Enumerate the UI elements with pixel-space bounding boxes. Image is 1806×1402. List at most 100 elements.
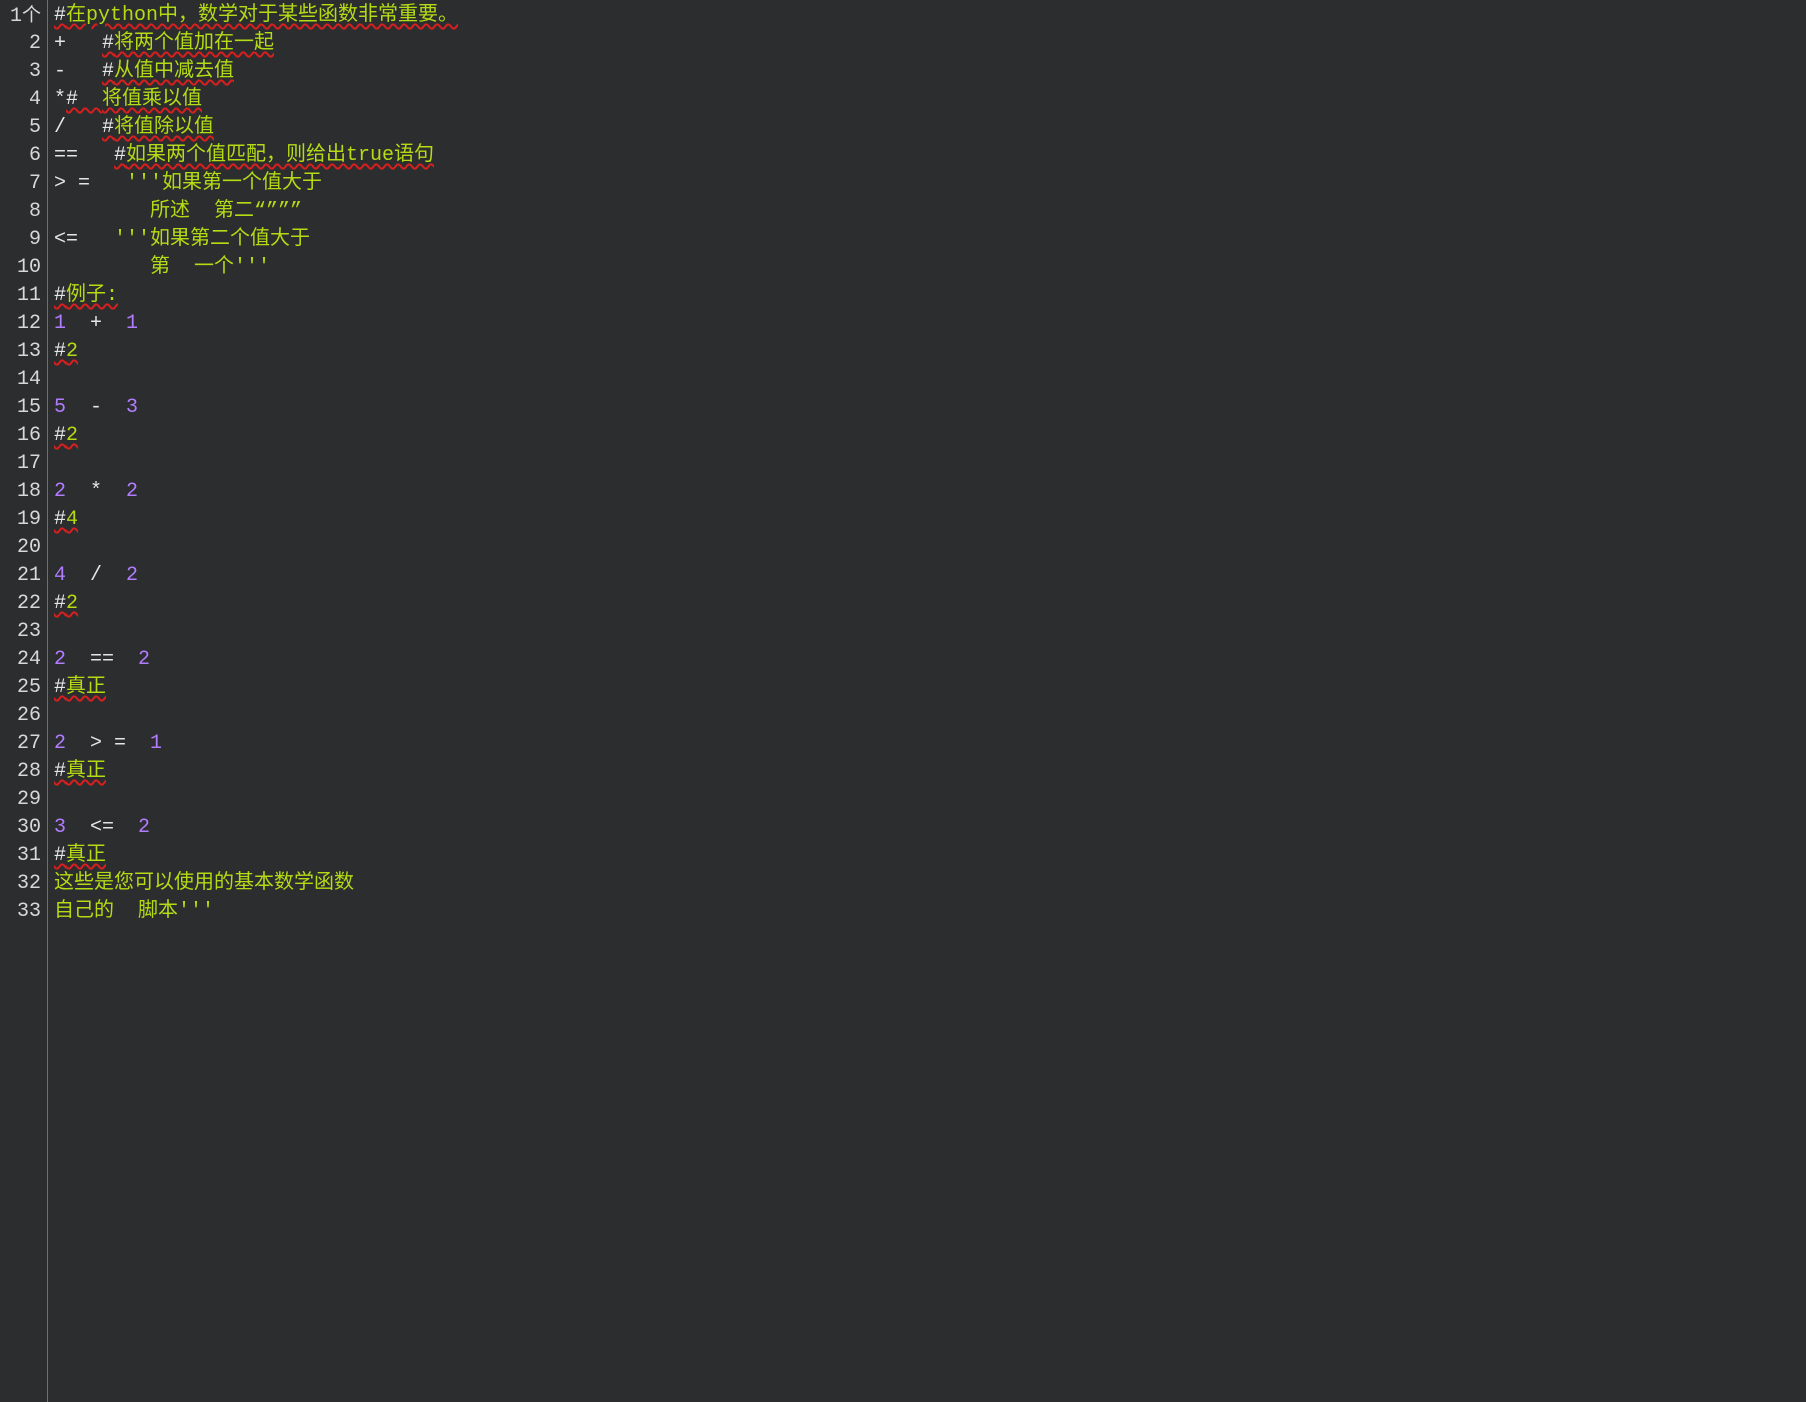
line-number: 25 bbox=[0, 674, 41, 702]
line-number: 23 bbox=[0, 618, 41, 646]
code-line[interactable]: 1 + 1 bbox=[54, 310, 1806, 338]
token: 2 bbox=[66, 340, 78, 363]
code-line[interactable]: 这些是您可以使用的基本数学函数 bbox=[54, 870, 1806, 898]
line-number: 2 bbox=[0, 30, 41, 58]
code-line[interactable]: <= '''如果第二个值大于 bbox=[54, 226, 1806, 254]
token: # bbox=[54, 424, 66, 447]
line-number: 33 bbox=[0, 898, 41, 926]
code-line[interactable]: 4 / 2 bbox=[54, 562, 1806, 590]
line-number: 17 bbox=[0, 450, 41, 478]
token: '''如果第二个值大于 bbox=[114, 228, 310, 251]
token: # bbox=[54, 844, 66, 867]
token: '''如果第一个值大于 bbox=[126, 172, 322, 195]
token: 在python中，数学对于某些函数非常重要。 bbox=[66, 4, 458, 27]
token: 3 bbox=[54, 816, 66, 839]
token: 2 bbox=[126, 564, 138, 587]
token: # bbox=[102, 32, 114, 55]
code-line[interactable]: - #从值中减去值 bbox=[54, 58, 1806, 86]
token: # bbox=[54, 592, 66, 615]
code-line[interactable]: #真正 bbox=[54, 842, 1806, 870]
token: 2 bbox=[126, 480, 138, 503]
code-line[interactable]: #真正 bbox=[54, 758, 1806, 786]
line-number: 7 bbox=[0, 170, 41, 198]
token: == bbox=[54, 144, 114, 167]
line-number: 15 bbox=[0, 394, 41, 422]
token: - bbox=[66, 396, 126, 419]
code-editor[interactable]: 1个23456789101112131415161718192021222324… bbox=[0, 0, 1806, 1402]
code-line[interactable]: / #将值除以值 bbox=[54, 114, 1806, 142]
code-line[interactable]: 3 <= 2 bbox=[54, 814, 1806, 842]
line-number: 18 bbox=[0, 478, 41, 506]
token: > = bbox=[54, 172, 126, 195]
code-line[interactable] bbox=[54, 366, 1806, 394]
token: 真正 bbox=[66, 676, 106, 699]
token: 真正 bbox=[66, 760, 106, 783]
code-line[interactable]: 2 * 2 bbox=[54, 478, 1806, 506]
code-line[interactable]: + #将两个值加在一起 bbox=[54, 30, 1806, 58]
token: / bbox=[66, 564, 126, 587]
token: # bbox=[66, 88, 102, 111]
code-line[interactable]: #真正 bbox=[54, 674, 1806, 702]
token: # bbox=[54, 760, 66, 783]
line-number: 5 bbox=[0, 114, 41, 142]
code-line[interactable] bbox=[54, 786, 1806, 814]
line-number: 31 bbox=[0, 842, 41, 870]
code-line[interactable]: 5 - 3 bbox=[54, 394, 1806, 422]
code-line[interactable] bbox=[54, 450, 1806, 478]
token: 2 bbox=[138, 816, 150, 839]
token: # bbox=[54, 676, 66, 699]
line-number: 30 bbox=[0, 814, 41, 842]
token: 例子: bbox=[66, 284, 118, 307]
code-line[interactable]: #2 bbox=[54, 422, 1806, 450]
token: 2 bbox=[66, 424, 78, 447]
token: 1 bbox=[150, 732, 162, 755]
token: # bbox=[54, 4, 66, 27]
code-line[interactable]: #2 bbox=[54, 338, 1806, 366]
token: 如果两个值匹配，则给出true语句 bbox=[126, 144, 434, 167]
token: 这些是您可以使用的基本数学函数 bbox=[54, 872, 354, 895]
token: + bbox=[54, 32, 102, 55]
code-line[interactable]: == #如果两个值匹配，则给出true语句 bbox=[54, 142, 1806, 170]
line-number: 21 bbox=[0, 562, 41, 590]
code-line[interactable]: 2 == 2 bbox=[54, 646, 1806, 674]
token: / bbox=[54, 116, 102, 139]
code-line[interactable]: 2 > = 1 bbox=[54, 730, 1806, 758]
token: 真正 bbox=[66, 844, 106, 867]
line-number: 4 bbox=[0, 86, 41, 114]
line-number: 24 bbox=[0, 646, 41, 674]
line-number: 16 bbox=[0, 422, 41, 450]
code-line[interactable] bbox=[54, 618, 1806, 646]
code-line[interactable]: 第 一个''' bbox=[54, 254, 1806, 282]
code-line[interactable]: *# 将值乘以值 bbox=[54, 86, 1806, 114]
code-line[interactable]: #4 bbox=[54, 506, 1806, 534]
token: 将值乘以值 bbox=[102, 88, 202, 111]
token: 4 bbox=[54, 564, 66, 587]
code-line[interactable]: #在python中，数学对于某些函数非常重要。 bbox=[54, 2, 1806, 30]
token: 自己的 脚本''' bbox=[54, 900, 214, 923]
code-line[interactable]: 所述 第二“””” bbox=[54, 198, 1806, 226]
token: 2 bbox=[138, 648, 150, 671]
line-number: 14 bbox=[0, 366, 41, 394]
code-line[interactable] bbox=[54, 702, 1806, 730]
token: == bbox=[66, 648, 138, 671]
token: 所述 第二“””” bbox=[54, 200, 302, 223]
token: * bbox=[66, 480, 126, 503]
token: 2 bbox=[54, 732, 66, 755]
code-line[interactable] bbox=[54, 534, 1806, 562]
code-line[interactable]: #例子: bbox=[54, 282, 1806, 310]
token: # bbox=[54, 284, 66, 307]
line-number: 3 bbox=[0, 58, 41, 86]
token: - bbox=[54, 60, 102, 83]
token: > = bbox=[66, 732, 150, 755]
line-number: 32 bbox=[0, 870, 41, 898]
line-number: 12 bbox=[0, 310, 41, 338]
code-line[interactable]: #2 bbox=[54, 590, 1806, 618]
line-number-gutter: 1个23456789101112131415161718192021222324… bbox=[0, 0, 48, 1402]
code-area[interactable]: #在python中，数学对于某些函数非常重要。+ #将两个值加在一起- #从值中… bbox=[48, 0, 1806, 1402]
line-number: 22 bbox=[0, 590, 41, 618]
code-line[interactable]: > = '''如果第一个值大于 bbox=[54, 170, 1806, 198]
line-number: 6 bbox=[0, 142, 41, 170]
token: 2 bbox=[66, 592, 78, 615]
code-line[interactable]: 自己的 脚本''' bbox=[54, 898, 1806, 926]
line-number: 13 bbox=[0, 338, 41, 366]
